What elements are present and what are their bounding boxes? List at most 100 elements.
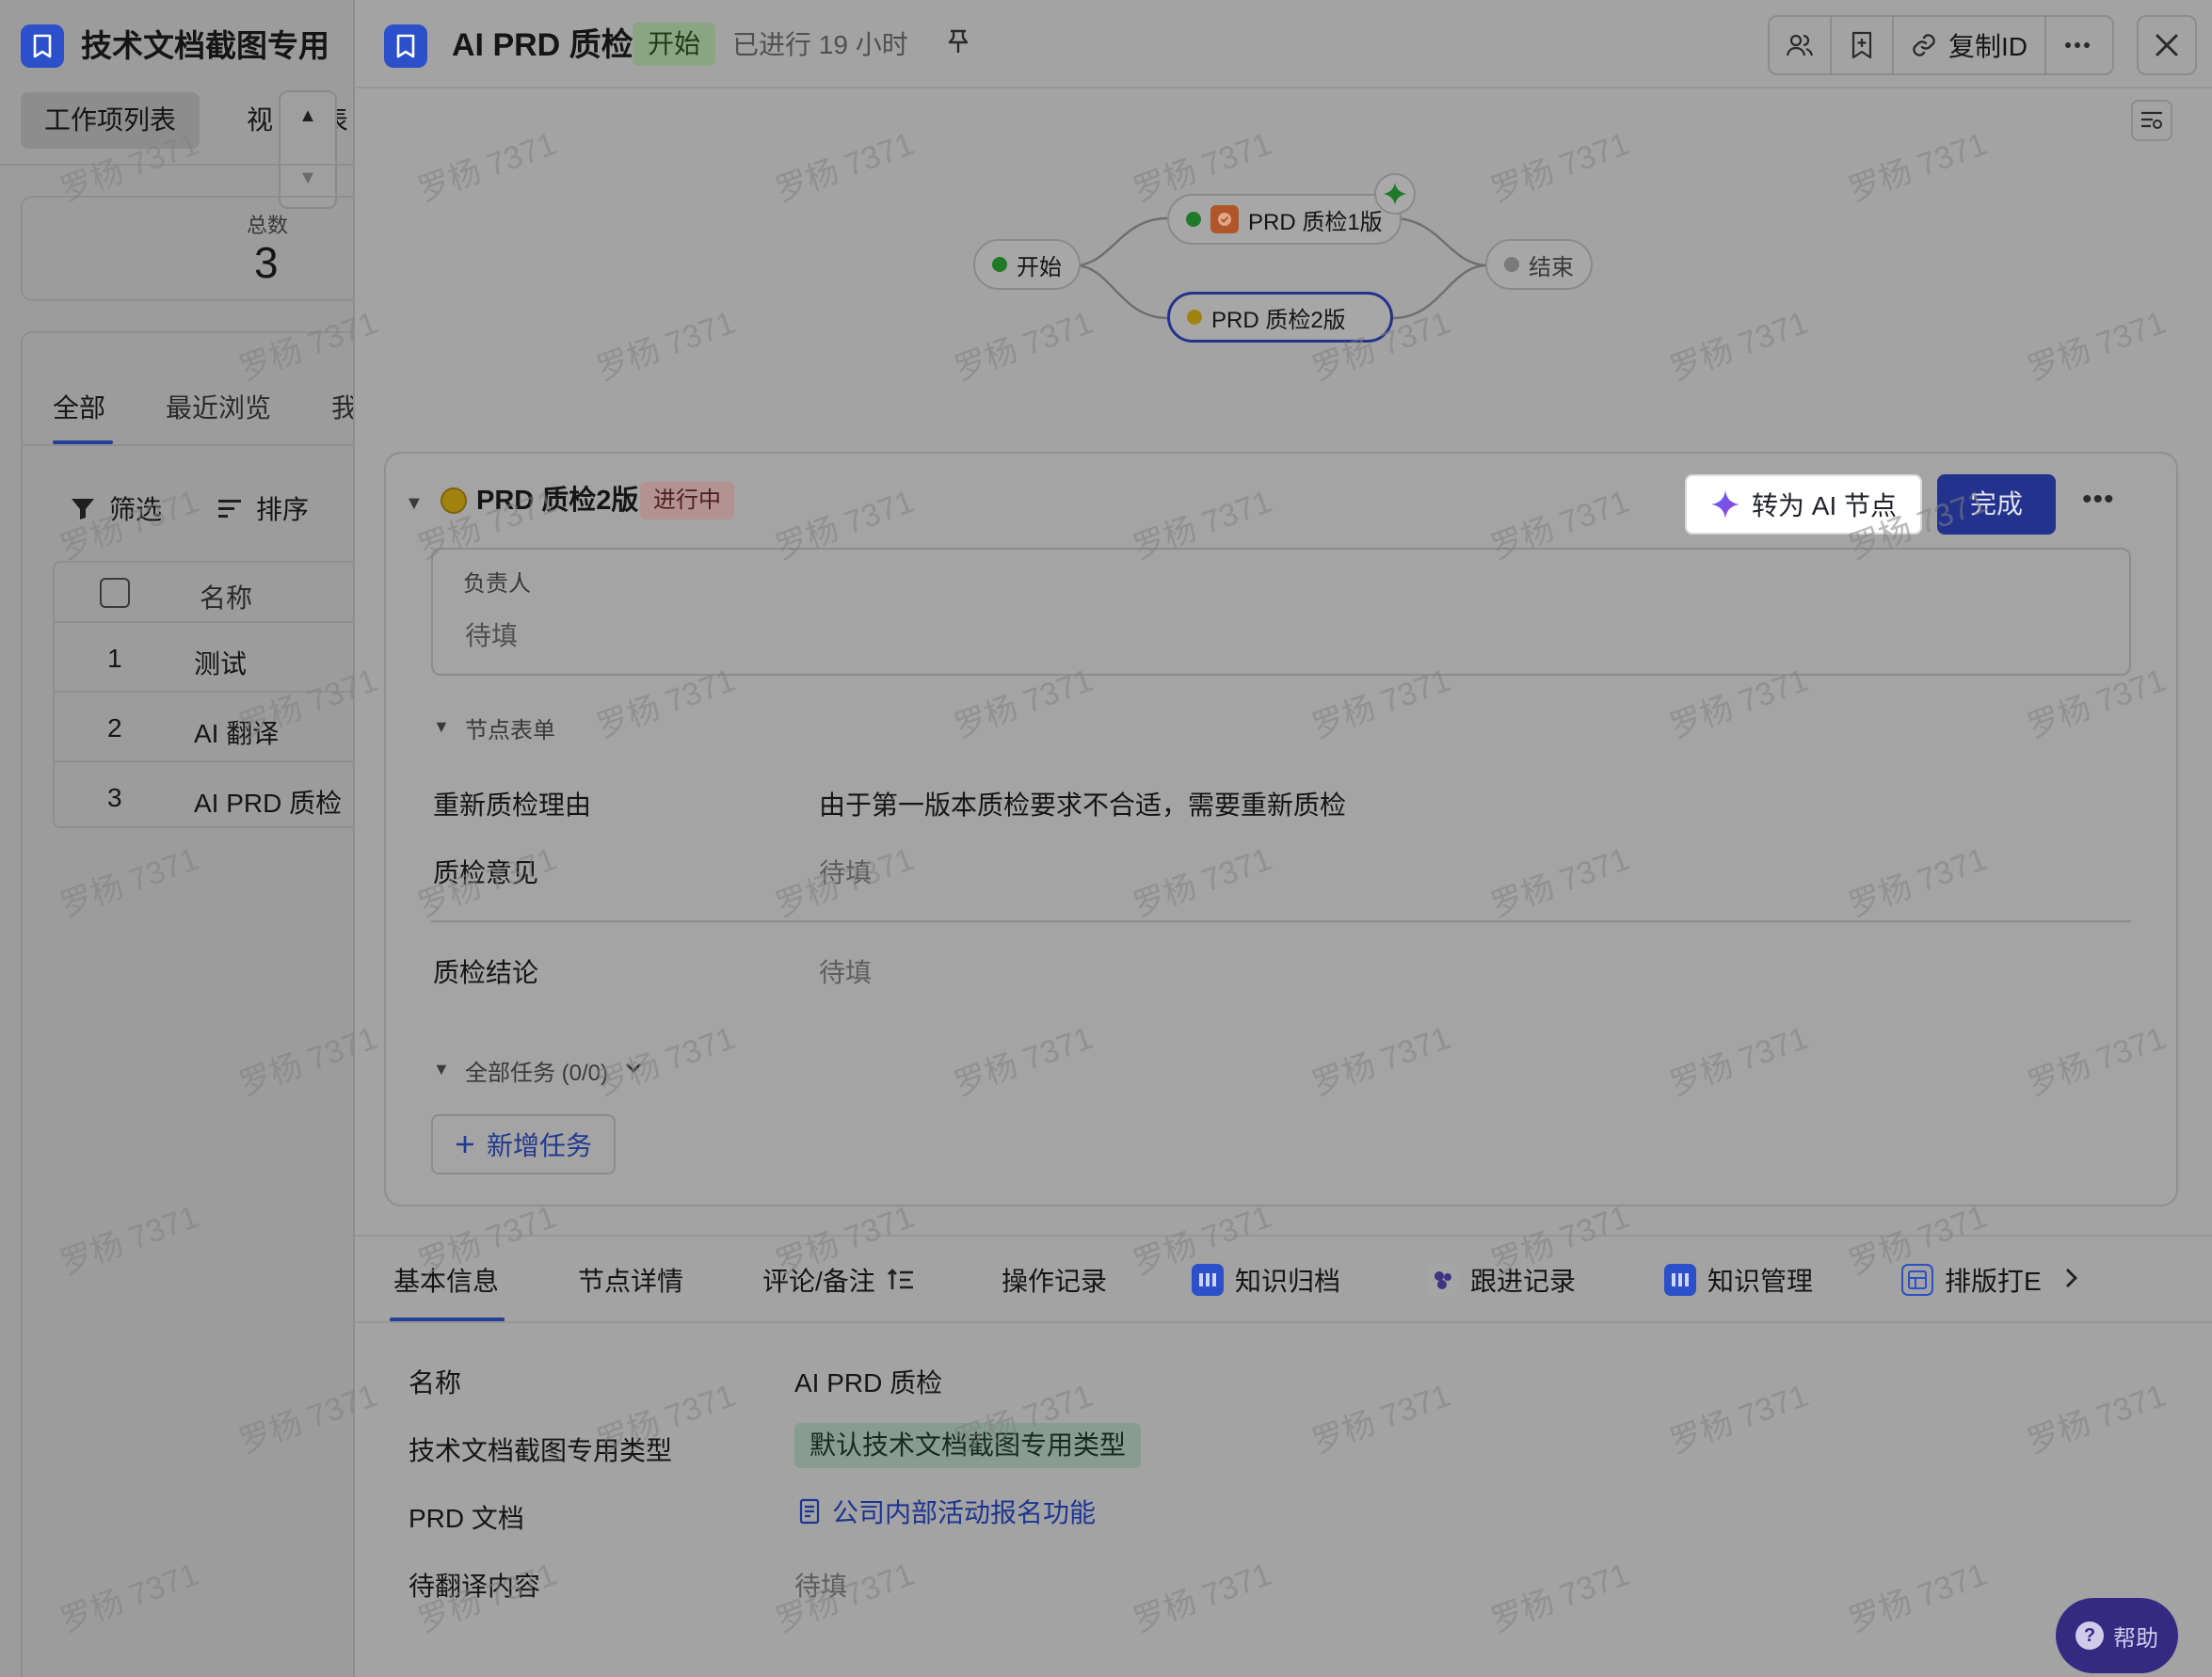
add-task-button[interactable]: 新增任务 <box>431 1114 616 1174</box>
node-status-badge: 进行中 <box>640 482 734 519</box>
help-label: 帮助 <box>2113 1625 2158 1652</box>
row-number: 2 <box>107 713 122 743</box>
copy-id-button[interactable]: 复制ID <box>1894 17 2046 73</box>
flow-node-end[interactable]: 结束 <box>1485 239 1593 290</box>
flow-node-start[interactable]: 开始 <box>973 239 1081 290</box>
flow-node-label: 结束 <box>1529 254 1574 280</box>
tab-follow-up[interactable]: 跟进记录 <box>1427 1261 1576 1299</box>
more-options-button[interactable] <box>2046 17 2108 73</box>
sort-button[interactable]: 排序 <box>216 489 309 527</box>
members-icon <box>1786 34 1814 56</box>
tab-layout-print[interactable]: 排版打E <box>1901 1261 2042 1299</box>
layout-table-icon <box>1901 1264 1933 1296</box>
scroll-down-icon[interactable]: ▼ <box>281 168 335 189</box>
filter-button[interactable]: 筛选 <box>70 489 162 527</box>
tasks-caret-icon[interactable]: ▼ <box>433 1060 450 1079</box>
tab-comments[interactable]: 评论/备注 <box>762 1261 915 1299</box>
convert-ai-node-button[interactable]: 转为 AI 节点 <box>1685 474 1922 535</box>
tab-operation-log[interactable]: 操作记录 <box>1002 1261 1107 1299</box>
tab-knowledge-management[interactable]: 知识管理 <box>1664 1261 1813 1299</box>
row-name[interactable]: 测试 <box>194 644 247 681</box>
tab-view-label: 视 <box>247 105 274 135</box>
owner-label: 负责人 <box>463 571 531 597</box>
node-status-icon <box>441 487 467 514</box>
divider <box>355 1235 2212 1237</box>
tab-knowledge-archive[interactable]: 知识归档 <box>1192 1261 1340 1299</box>
plus-icon <box>456 1136 473 1153</box>
tab-work-item-list[interactable]: 工作项列表 <box>21 92 200 149</box>
table-row[interactable]: 1 测试 <box>55 623 353 693</box>
page-title: AI PRD 质检 <box>452 27 633 63</box>
tab-basic-info[interactable]: 基本信息 <box>393 1261 499 1299</box>
field-label: 质检结论 <box>433 958 539 987</box>
flow-node-label: 开始 <box>1017 254 1062 280</box>
work-item-table: 名称 1 测试 2 AI 翻译 3 AI PRD 质检 <box>53 561 353 828</box>
scroll-up-icon[interactable]: ▲ <box>281 105 335 127</box>
tab-node-details[interactable]: 节点详情 <box>578 1261 683 1299</box>
work-item-type-icon <box>384 24 427 68</box>
node-form-section-title[interactable]: 节点表单 <box>465 711 555 744</box>
workspace-logo-icon <box>21 24 64 68</box>
prd-doc-link[interactable]: 公司内部活动报名功能 <box>798 1493 1096 1530</box>
flow-node-prd-v1[interactable]: PRD 质检1版 <box>1167 194 1402 245</box>
row-name[interactable]: AI 翻译 <box>194 713 279 751</box>
filter-label: 筛选 <box>109 495 163 524</box>
quality-check-icon <box>1210 205 1239 233</box>
list-card <box>21 331 353 1677</box>
members-button[interactable] <box>1770 17 1832 73</box>
flow-node-label: PRD 质检2版 <box>1211 307 1346 333</box>
prd-doc-link-label: 公司内部活动报名功能 <box>832 1498 1097 1527</box>
all-tasks-title[interactable]: 全部任务 (0/0) <box>465 1054 608 1087</box>
tab-scroll-control[interactable]: ▲ ▼ <box>279 90 337 209</box>
filter-tab-recent[interactable]: 最近浏览 <box>166 388 271 425</box>
filter-tab-mine[interactable]: 我 <box>331 388 353 425</box>
close-button[interactable] <box>2137 15 2197 75</box>
ai-sparkle-icon <box>1710 490 1739 519</box>
row-name[interactable]: AI PRD 质检 <box>194 783 342 821</box>
owner-field[interactable] <box>431 548 2131 676</box>
flow-node-prd-v2[interactable]: PRD 质检2版 <box>1167 292 1393 343</box>
workspace-title: 技术文档截图专用 <box>81 28 329 63</box>
info-label: 待翻译内容 <box>409 1572 541 1601</box>
follow-up-icon <box>1427 1264 1459 1296</box>
close-icon <box>2156 34 2178 56</box>
status-badge[interactable]: 开始 <box>633 23 716 66</box>
info-label: PRD 文档 <box>409 1504 524 1533</box>
quality-opinion-value[interactable]: 待填 <box>819 853 872 890</box>
flow-settings-button[interactable] <box>2131 100 2172 141</box>
tab-label: 操作记录 <box>1002 1267 1108 1296</box>
chevron-down-icon[interactable] <box>623 1056 644 1085</box>
type-tag[interactable]: 默认技术文档截图专用类型 <box>794 1423 1142 1468</box>
name-value[interactable]: AI PRD 质检 <box>794 1363 942 1400</box>
sort-label: 排序 <box>256 495 310 524</box>
select-all-checkbox[interactable] <box>100 578 130 608</box>
table-header: 名称 <box>55 563 353 623</box>
document-icon <box>799 1498 820 1525</box>
ai-sparkle-icon[interactable] <box>1374 173 1416 215</box>
filter-icon <box>72 499 94 519</box>
node-status-dot <box>1504 257 1519 272</box>
quality-conclusion-value[interactable]: 待填 <box>819 952 872 990</box>
bookmark-button[interactable] <box>1832 17 1894 73</box>
tab-label: 基本信息 <box>393 1267 500 1296</box>
knowledge-base-icon <box>1192 1264 1224 1296</box>
help-button[interactable]: ? 帮助 <box>2056 1598 2178 1673</box>
pin-icon[interactable] <box>947 28 970 61</box>
node-status-dot <box>1186 212 1201 227</box>
tab-label: 知识归档 <box>1235 1267 1341 1296</box>
table-row[interactable]: 3 AI PRD 质检 <box>55 762 353 832</box>
recheck-reason-value[interactable]: 由于第一版本质检要求不合适，需要重新质检 <box>819 785 1346 823</box>
more-icon[interactable]: ••• <box>2082 484 2115 516</box>
divider <box>0 164 353 166</box>
section-caret-icon[interactable]: ▼ <box>433 717 450 737</box>
collapse-caret-icon[interactable]: ▼ <box>405 493 424 515</box>
chevron-right-icon[interactable] <box>2061 1265 2080 1296</box>
translate-content-value[interactable]: 待填 <box>794 1566 847 1604</box>
complete-button[interactable]: 完成 <box>1937 474 2056 535</box>
total-value: 3 <box>254 238 279 287</box>
filter-tab-all[interactable]: 全部 <box>53 388 105 425</box>
table-row[interactable]: 2 AI 翻译 <box>55 693 353 762</box>
owner-value[interactable]: 待填 <box>465 615 518 653</box>
settings-list-icon <box>2141 111 2162 129</box>
bookmark-add-icon <box>1851 31 1872 59</box>
